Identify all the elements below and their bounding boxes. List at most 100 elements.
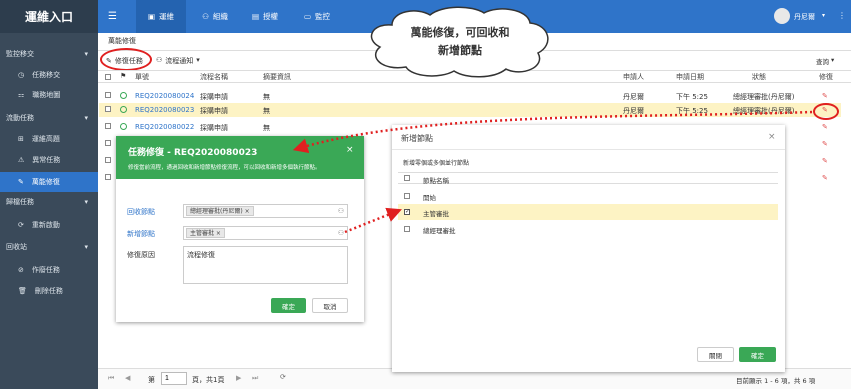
row-checkbox[interactable] (105, 106, 111, 112)
tab-auth[interactable]: ▤ 授權 (240, 0, 290, 33)
lock-icon: ▤ (251, 12, 260, 21)
row-checkbox[interactable] (105, 123, 111, 129)
reason-textarea[interactable]: 流程修復 (183, 246, 348, 284)
org-icon: ⚇ (202, 12, 209, 21)
row-id[interactable]: REQ2020080024 (135, 92, 194, 100)
col-summary[interactable]: 摘要資訊 (263, 72, 291, 82)
repair-icon[interactable]: ✎ (822, 123, 828, 131)
sitemap-icon: ⚏ (18, 91, 25, 99)
sidebar-item-delete[interactable]: 🗑 刪除任務 (0, 282, 98, 300)
add-tag[interactable]: 主管審批 × (186, 228, 225, 238)
row-checkbox[interactable] (105, 174, 111, 180)
col-flow[interactable]: 流程名稱 (200, 72, 228, 82)
row-date: 下午 5:25 (676, 107, 708, 115)
menu-icon[interactable]: ☰ (108, 11, 117, 22)
pager-first-icon[interactable]: ⏮ (108, 374, 114, 383)
table-row-selected[interactable]: REQ2020080023 採購申請 無 丹尼爾 下午 5:25 總經理審批(丹… (99, 103, 841, 117)
user-icon: ⚇ (156, 56, 163, 64)
row-checkbox[interactable] (105, 157, 111, 163)
sidebar-group-3[interactable]: 歸檔任務 ▾ (0, 193, 98, 211)
sidebar-item-handover[interactable]: ◷ 任務移交 (0, 66, 98, 84)
add-node-hint: 新增零個或多個並行節點 (403, 160, 470, 167)
recycle-label: 回收節點 (127, 208, 155, 216)
add-ok-button[interactable]: 確定 (739, 347, 776, 362)
sidebar-item-ops[interactable]: ⊞ 運維高題 (0, 130, 98, 148)
tab-org[interactable]: ⚇ 組織 (190, 0, 240, 33)
node-checkbox-checked[interactable]: ✓ (404, 209, 410, 215)
row-flow: 採購申請 (200, 93, 228, 101)
recycle-field[interactable]: 總經理審批(丹尼爾) × ⚇ (183, 204, 348, 218)
pager-total: 頁，共1頁 (192, 376, 225, 384)
user-picker-icon[interactable]: ⚇ (338, 207, 344, 215)
repair-icon[interactable]: ✎ (822, 140, 828, 148)
row-summary: 無 (263, 107, 270, 115)
trash-icon: 🗑 (18, 287, 27, 295)
clock-icon: ◷ (18, 71, 25, 79)
sidebar-item-repair[interactable]: ✎ 萬能修復 (0, 172, 98, 192)
row-status: 總經理審批(丹尼爾) (733, 93, 795, 101)
close-icon[interactable]: × (346, 145, 354, 155)
node-name[interactable]: 總經理審批 (423, 225, 456, 235)
table-row[interactable]: REQ2020080024 採購申請 無 丹尼爾 下午 5:25 總經理審批(丹… (99, 90, 841, 102)
row-flow: 採購申請 (200, 124, 228, 132)
status-ok-icon (120, 123, 127, 130)
col-date[interactable]: 申請日期 (676, 72, 704, 82)
repair-cancel-button[interactable]: 取消 (312, 298, 348, 313)
add-field[interactable]: 主管審批 × ⚇ (183, 226, 348, 240)
node-checkbox[interactable] (404, 193, 410, 199)
sidebar-group-4[interactable]: 回收站 ▾ (0, 238, 98, 256)
sidebar-item-jobmap[interactable]: ⚏ 職務地圖 (0, 86, 98, 104)
repair-icon[interactable]: ✎ (822, 174, 828, 182)
col-id[interactable]: 單號 (135, 72, 149, 82)
page-input[interactable] (161, 372, 187, 385)
row-date: 下午 5:25 (676, 93, 708, 101)
row-flow: 採購申請 (200, 107, 228, 115)
recycle-tag[interactable]: 總經理審批(丹尼爾) × (186, 206, 254, 216)
sidebar-item-restart[interactable]: ⟳ 重新啟動 (0, 216, 98, 234)
col-status[interactable]: 狀態 (752, 72, 766, 82)
status-ok-icon (120, 106, 127, 113)
avatar[interactable] (774, 8, 790, 24)
node-row-selected[interactable] (398, 204, 778, 220)
repair-ok-button[interactable]: 確定 (271, 298, 306, 313)
refresh-icon[interactable]: ⟳ (280, 373, 286, 381)
col-repair[interactable]: 修復 (819, 72, 833, 82)
add-close-button[interactable]: 關閉 (697, 347, 734, 362)
row-summary: 無 (263, 93, 270, 101)
node-select-all[interactable] (404, 175, 410, 181)
sidebar-group-1[interactable]: 監控移交 ▾ (0, 45, 98, 63)
tab-monitor[interactable]: ▭ 監控 (292, 0, 342, 33)
add-node-dialog: 新增節點 × 新增零個或多個並行節點 節點名稱 開始 ✓ 主管審批 總經理審批 … (392, 125, 785, 372)
pager-prev-icon[interactable]: ◀ (125, 374, 130, 382)
repair-dialog: 任務修復 - REQ2020080023 修復當前流程，通過回收和新增節點修復流… (116, 136, 364, 322)
row-checkbox[interactable] (105, 92, 111, 98)
repair-dialog-desc: 修復當前流程，通過回收和新增節點修復流程，可以回收和新增多個執行節點。 (128, 165, 321, 171)
sidebar-item-void[interactable]: ⊘ 作廢任務 (0, 261, 98, 279)
node-name[interactable]: 主管審批 (423, 208, 449, 218)
repair-icon[interactable]: ✎ (822, 157, 828, 165)
node-checkbox[interactable] (404, 226, 410, 232)
chevron-down-icon[interactable]: ▾ (822, 12, 825, 19)
sidebar-item-abnormal[interactable]: ⚠ 異常任務 (0, 151, 98, 169)
ban-icon: ⊘ (18, 266, 24, 274)
row-checkbox[interactable] (105, 140, 111, 146)
repair-icon[interactable]: ✎ (822, 92, 828, 100)
user-name[interactable]: 丹尼爾 (794, 12, 815, 22)
flag-icon: ⚑ (120, 72, 127, 80)
tab-ops[interactable]: ▣ 運維 (136, 0, 186, 33)
row-id[interactable]: REQ2020080022 (135, 123, 194, 131)
pager-last-icon[interactable]: ⏭ (252, 374, 258, 383)
sidebar-group-2[interactable]: 流動任務 ▾ (0, 109, 98, 127)
search-button[interactable]: 查詢 ▾ (816, 56, 834, 66)
select-all-checkbox[interactable] (105, 74, 111, 80)
row-summary: 無 (263, 124, 270, 132)
user-picker-icon[interactable]: ⚇ (338, 229, 344, 237)
row-id[interactable]: REQ2020080023 (135, 106, 194, 114)
close-icon[interactable]: × (768, 132, 776, 142)
node-col-header: 節點名稱 (423, 177, 449, 185)
col-applicant[interactable]: 申請人 (623, 72, 644, 82)
more-icon[interactable]: ⋮ (838, 11, 846, 20)
notify-button[interactable]: ⚇ 流程通知 ▾ (156, 56, 200, 66)
node-name[interactable]: 開始 (423, 192, 436, 202)
pager-next-icon[interactable]: ▶ (236, 374, 241, 382)
